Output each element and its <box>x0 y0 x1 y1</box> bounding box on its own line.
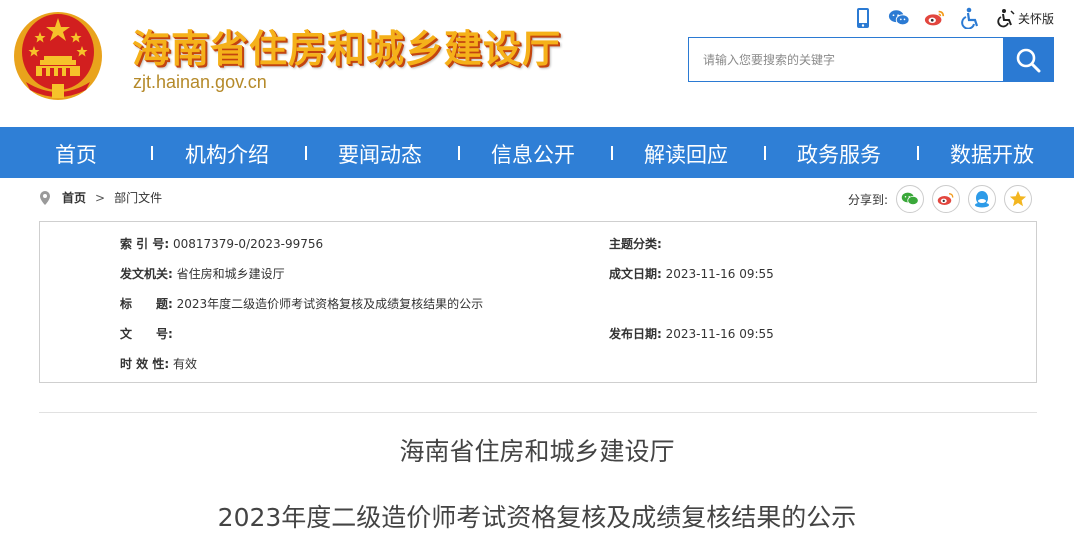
site-header: 海南省住房和城乡建设厅 zjt.hainan.gov.cn 关怀版 <box>0 0 1074 127</box>
nav-separator <box>611 146 613 160</box>
share-wechat-button[interactable] <box>896 185 924 213</box>
document-title: 2023年度二级造价师考试资格复核及成绩复核结果的公示 <box>217 503 857 532</box>
nav-item-about[interactable]: 机构介绍 <box>185 139 269 169</box>
search-icon <box>1016 48 1041 72</box>
nav-separator <box>305 146 307 160</box>
meta-topic-row: 主题分类: <box>609 235 666 252</box>
meta-issuer-value: 省住房和城乡建设厅 <box>176 267 285 281</box>
nav-item-open-data[interactable]: 数据开放 <box>950 139 1034 169</box>
document-org-heading: 海南省住房和城乡建设厅 <box>399 437 675 466</box>
nav-separator <box>917 146 919 160</box>
qzone-star-icon <box>1009 190 1027 207</box>
care-mode-icon <box>997 9 1015 28</box>
location-pin-icon <box>40 190 50 205</box>
search-input[interactable] <box>689 38 1003 81</box>
meta-valid-value: 有效 <box>172 357 197 371</box>
meta-date-row: 成文日期: 2023-11-16 09:55 <box>609 265 774 282</box>
site-url: zjt.hainan.gov.cn <box>133 72 267 92</box>
nav-item-services[interactable]: 政务服务 <box>797 139 881 169</box>
share-weibo-button[interactable] <box>932 185 960 213</box>
accessibility-icon[interactable] <box>960 7 982 29</box>
main-nav: 首页 机构介绍 要闻动态 信息公开 解读回应 政务服务 数据开放 <box>0 127 1074 178</box>
weibo-icon[interactable] <box>924 7 946 29</box>
site-title: 海南省住房和城乡建设厅 <box>132 27 562 71</box>
meta-topic-key: 主题分类: <box>609 237 662 251</box>
meta-issuer-key: 发文机关: <box>120 267 173 281</box>
share-label: 分享到: <box>847 192 888 207</box>
share-bar: 分享到: <box>848 185 1032 213</box>
nav-item-news[interactable]: 要闻动态 <box>338 139 422 169</box>
meta-pub-value: 2023-11-16 09:55 <box>665 327 774 341</box>
document-metadata: 索 引 号: 00817379-0/2023-99756 主题分类: 发文机关:… <box>39 221 1037 383</box>
wechat-icon <box>901 192 919 205</box>
meta-title-value: 2023年度二级造价师考试资格复核及成绩复核结果的公示 <box>176 297 484 311</box>
breadcrumb-home[interactable]: 首页 <box>62 189 86 206</box>
meta-index-key: 索 引 号: <box>120 237 170 251</box>
meta-pub-key: 发布日期: <box>609 327 662 341</box>
meta-title-row: 标 题: 2023年度二级造价师考试资格复核及成绩复核结果的公示 <box>120 295 483 312</box>
meta-valid-key: 时 效 性: <box>120 357 170 371</box>
meta-index-row: 索 引 号: 00817379-0/2023-99756 <box>120 235 323 252</box>
share-qzone-button[interactable] <box>1004 185 1032 213</box>
breadcrumb-current[interactable]: 部门文件 <box>114 189 162 206</box>
weibo-icon <box>937 193 954 205</box>
search-button[interactable] <box>1003 38 1053 81</box>
breadcrumb-separator: > <box>95 190 106 205</box>
care-mode-link[interactable]: 关怀版 <box>996 8 1054 28</box>
meta-docno-key: 文 号: <box>120 327 173 341</box>
care-mode-label: 关怀版 <box>1017 11 1054 26</box>
national-emblem-icon <box>14 12 102 100</box>
top-toolbar: 关怀版 <box>852 6 1054 30</box>
nav-item-interpretation[interactable]: 解读回应 <box>644 139 728 169</box>
meta-valid-row: 时 效 性: 有效 <box>120 355 197 372</box>
meta-index-value: 00817379-0/2023-99756 <box>172 237 324 251</box>
qq-icon <box>975 191 989 208</box>
nav-separator <box>764 146 766 160</box>
mobile-icon[interactable] <box>852 7 874 29</box>
meta-date-key: 成文日期: <box>609 267 662 281</box>
meta-docno-row: 文 号: <box>120 325 177 342</box>
meta-title-key: 标 题: <box>120 297 173 311</box>
content-divider <box>39 412 1037 413</box>
search-bar <box>688 37 1054 82</box>
nav-separator <box>458 146 460 160</box>
nav-separator <box>151 146 153 160</box>
nav-item-home[interactable]: 首页 <box>55 139 97 169</box>
breadcrumb: 首页 > 部门文件 <box>40 189 162 206</box>
meta-pub-row: 发布日期: 2023-11-16 09:55 <box>609 325 774 342</box>
meta-issuer-row: 发文机关: 省住房和城乡建设厅 <box>120 265 285 282</box>
nav-item-info-public[interactable]: 信息公开 <box>491 139 575 169</box>
meta-date-value: 2023-11-16 09:55 <box>665 267 774 281</box>
wechat-icon[interactable] <box>888 7 910 29</box>
share-qq-button[interactable] <box>968 185 996 213</box>
